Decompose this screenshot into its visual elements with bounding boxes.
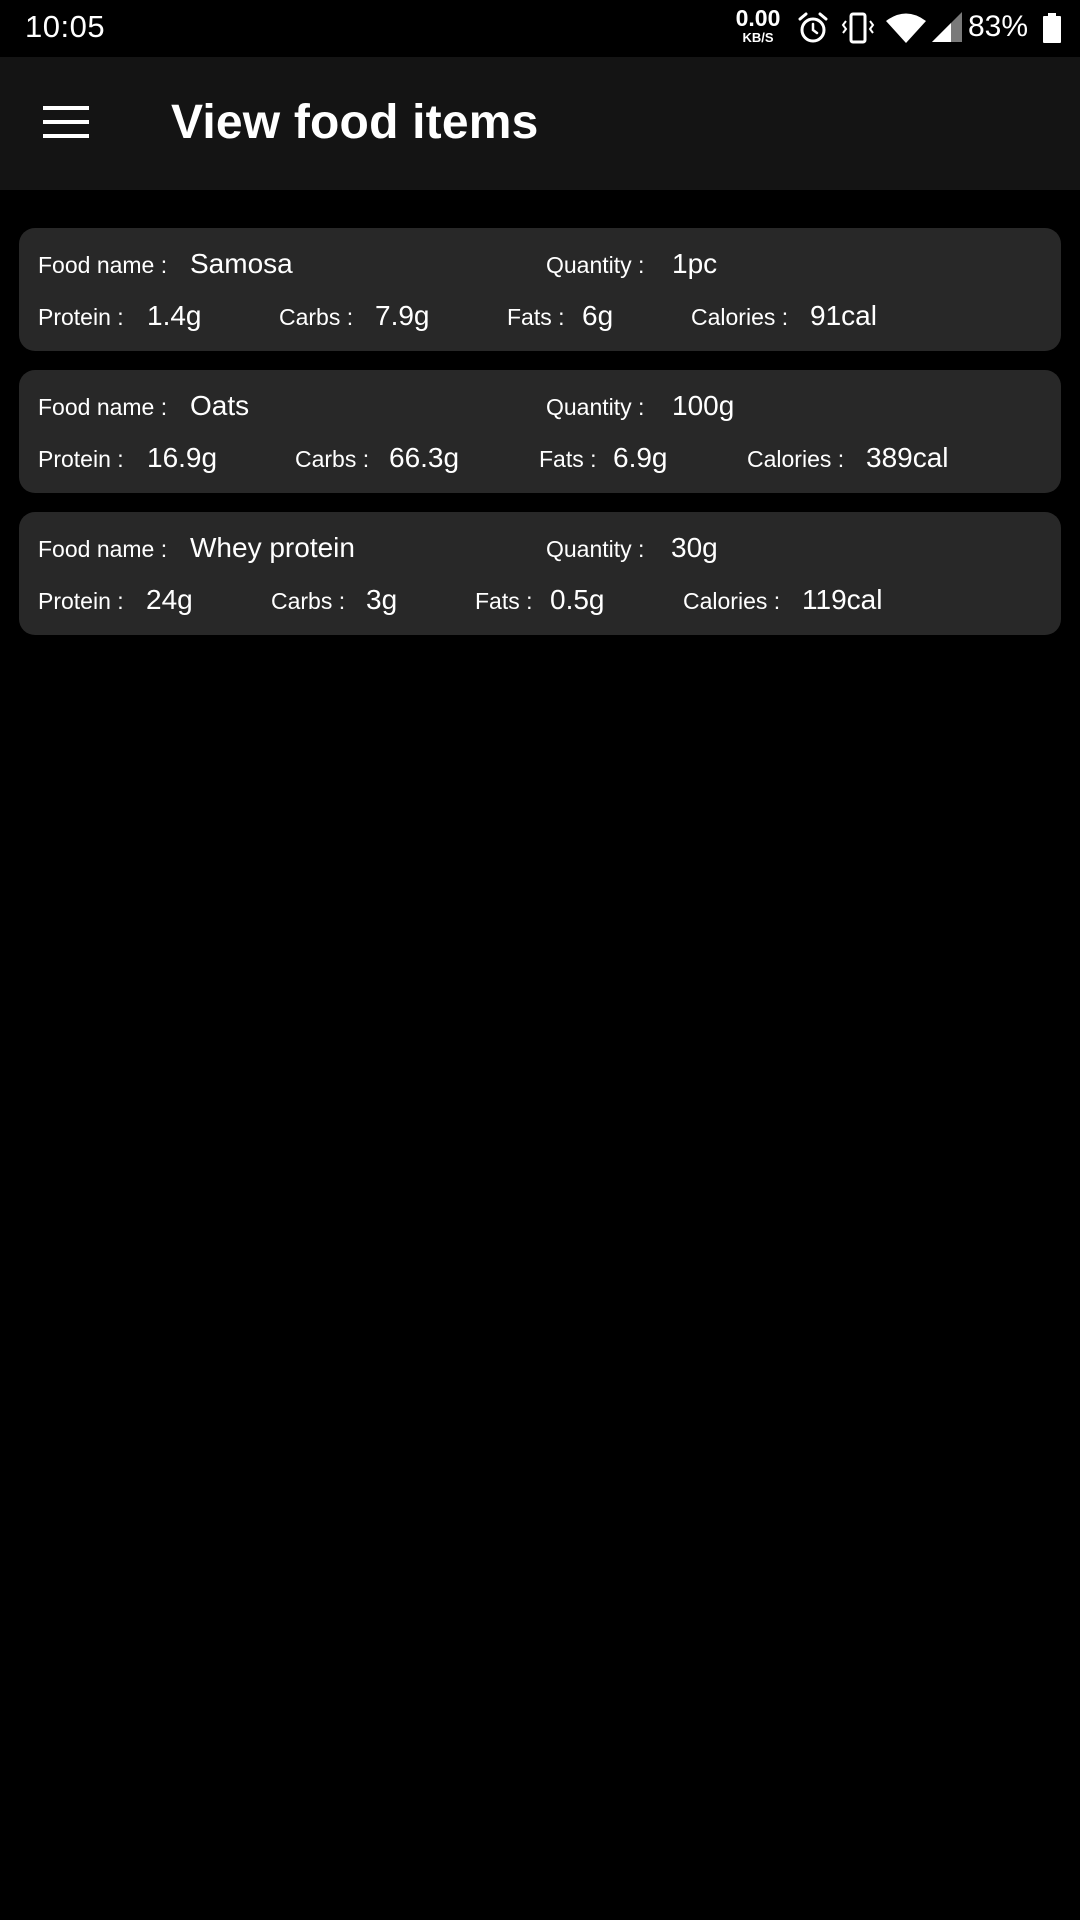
carbs-value: 3g <box>366 584 398 615</box>
fats-label: Fats : <box>539 446 597 472</box>
quantity-value: 100g <box>672 390 735 421</box>
calories-label: Calories : <box>683 588 781 614</box>
carbs-value: 7.9g <box>375 300 430 331</box>
calories-label: Calories : <box>747 446 845 472</box>
food-name-value: Samosa <box>190 248 293 279</box>
protein-value: 24g <box>146 584 193 615</box>
quantity-value: 30g <box>671 532 718 563</box>
quantity-value: 1pc <box>672 248 718 279</box>
fats-value: 6g <box>582 300 614 331</box>
net-speed-unit: KB/S <box>742 30 774 45</box>
fats-label: Fats : <box>475 588 533 614</box>
calories-value: 91cal <box>810 300 877 331</box>
battery-icon <box>1043 13 1061 48</box>
vibrate-icon <box>841 11 875 50</box>
calories-value: 119cal <box>802 584 883 615</box>
app-bar: View food items <box>0 57 1080 190</box>
food-name-label: Food name : <box>38 252 168 278</box>
protein-label: Protein : <box>38 304 124 330</box>
protein-label: Protein : <box>38 588 124 614</box>
status-icons: 0.00 KB/S 83% <box>700 0 1080 57</box>
protein-label: Protein : <box>38 446 124 472</box>
fats-value: 6.9g <box>613 442 668 473</box>
hamburger-menu-button[interactable] <box>24 82 108 166</box>
food-item-card[interactable]: Food name : Whey protein Quantity : 30g … <box>19 512 1061 635</box>
food-name-label: Food name : <box>38 394 168 420</box>
signal-icon <box>931 11 963 48</box>
quantity-label: Quantity : <box>546 252 645 278</box>
alarm-icon <box>797 11 829 50</box>
net-speed-value: 0.00 <box>735 5 781 31</box>
fats-value: 0.5g <box>550 584 605 615</box>
food-item-card[interactable]: Food name : Oats Quantity : 100g Protein… <box>19 370 1061 493</box>
hamburger-menu-icon <box>43 105 89 144</box>
quantity-label: Quantity : <box>546 394 645 420</box>
page-title: View food items <box>171 96 539 149</box>
carbs-label: Carbs : <box>295 446 370 472</box>
status-bar: 10:05 0.00 KB/S 83% <box>0 0 1080 57</box>
quantity-label: Quantity : <box>546 536 645 562</box>
calories-label: Calories : <box>691 304 789 330</box>
battery-percentage: 83% <box>968 10 1029 43</box>
food-name-value: Oats <box>190 390 250 421</box>
net-speed-indicator: 0.00 KB/S <box>728 5 788 45</box>
fats-label: Fats : <box>507 304 565 330</box>
carbs-label: Carbs : <box>279 304 354 330</box>
carbs-value: 66.3g <box>389 442 460 473</box>
protein-value: 1.4g <box>147 300 202 331</box>
calories-value: 389cal <box>866 442 949 473</box>
wifi-icon <box>885 12 927 49</box>
food-item-card[interactable]: Food name : Samosa Quantity : 1pc Protei… <box>19 228 1061 351</box>
food-name-value: Whey protein <box>190 532 355 563</box>
protein-value: 16.9g <box>147 442 218 473</box>
carbs-label: Carbs : <box>271 588 346 614</box>
food-name-label: Food name : <box>38 536 168 562</box>
food-items-list: Food name : Samosa Quantity : 1pc Protei… <box>19 228 1061 654</box>
status-time: 10:05 <box>25 9 106 44</box>
